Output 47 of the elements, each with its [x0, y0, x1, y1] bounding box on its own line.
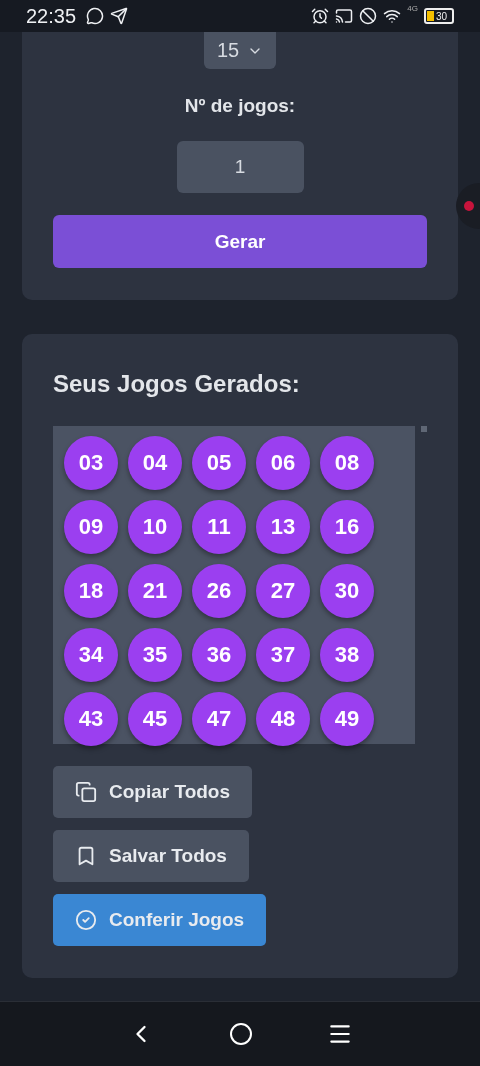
clock: 22:35	[26, 4, 77, 28]
scrollbar-thumb[interactable]	[421, 426, 427, 432]
battery-level: 30	[436, 10, 448, 22]
save-button[interactable]: Salvar Todos	[53, 830, 249, 882]
number-ball: 09	[64, 500, 118, 554]
number-ball: 10	[128, 500, 182, 554]
copy-button[interactable]: Copiar Todos	[53, 766, 253, 818]
number-ball: 38	[320, 628, 374, 682]
number-ball: 37	[256, 628, 310, 682]
wifi-icon	[383, 7, 402, 25]
number-ball: 36	[192, 628, 246, 682]
number-ball: 27	[256, 564, 310, 618]
number-ball: 08	[320, 436, 374, 490]
number-ball: 11	[192, 500, 246, 554]
copy-icon	[75, 781, 97, 803]
home-icon[interactable]	[229, 1022, 253, 1046]
generate-button[interactable]: Gerar	[53, 215, 427, 268]
number-ball: 47	[192, 692, 246, 746]
number-ball: 06	[256, 436, 310, 490]
number-ball: 30	[320, 564, 374, 618]
games-label: Nº de jogos:	[184, 95, 296, 117]
number-ball: 16	[320, 500, 374, 554]
number-ball: 43	[64, 692, 118, 746]
number-ball: 21	[128, 564, 182, 618]
number-ball: 35	[128, 628, 182, 682]
record-dot	[464, 201, 474, 211]
check-icon	[75, 909, 97, 931]
number-ball: 13	[256, 500, 310, 554]
number-ball: 04	[128, 436, 182, 490]
check-button[interactable]: Conferir Jogos	[53, 894, 267, 946]
cast-icon	[335, 7, 354, 25]
block-icon	[359, 7, 378, 25]
number-ball: 34	[64, 628, 118, 682]
number-ball: 03	[64, 436, 118, 490]
number-ball: 45	[128, 692, 182, 746]
games-input[interactable]: 1	[176, 141, 304, 193]
number-ball: 18	[64, 564, 118, 618]
send-icon	[110, 7, 129, 25]
number-ball: 49	[320, 692, 374, 746]
alarm-icon	[311, 7, 330, 25]
network-type: 4G	[407, 4, 418, 13]
chat-icon	[86, 7, 105, 25]
quantity-select[interactable]: 15	[204, 32, 276, 69]
results-title: Seus Jogos Gerados:	[53, 370, 301, 398]
number-ball: 26	[192, 564, 246, 618]
number-ball: 05	[192, 436, 246, 490]
number-ball: 48	[256, 692, 310, 746]
